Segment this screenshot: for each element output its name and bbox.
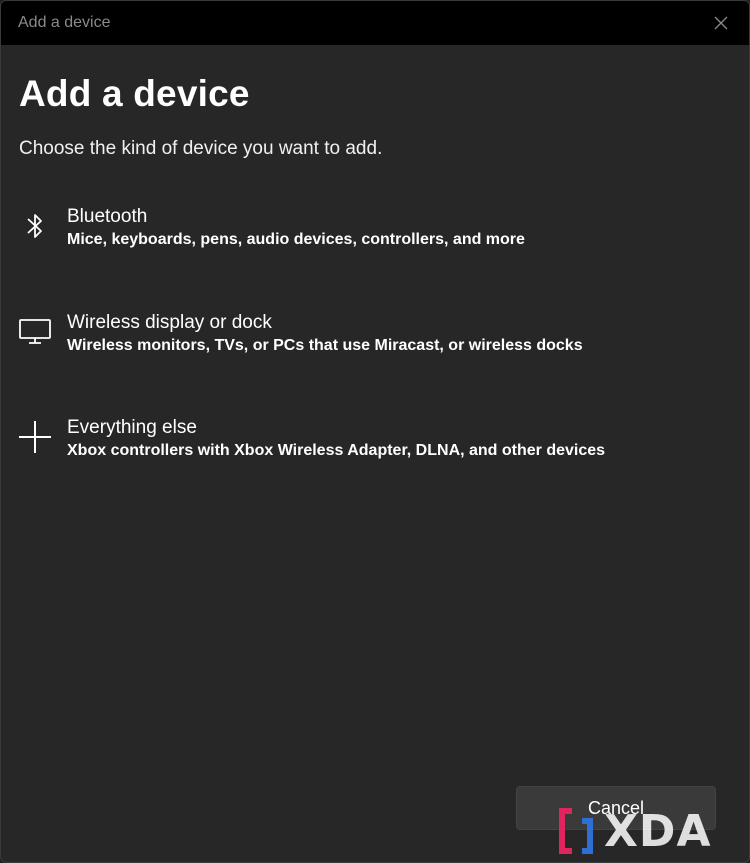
page-title: Add a device bbox=[19, 73, 250, 114]
add-device-dialog: Add a device Add a device Choose the kin… bbox=[0, 0, 750, 863]
option-bluetooth[interactable]: Bluetooth Mice, keyboards, pens, audio d… bbox=[1, 206, 749, 296]
option-wireless-display[interactable]: Wireless display or dock Wireless monito… bbox=[1, 312, 749, 402]
close-icon bbox=[714, 16, 728, 30]
option-label: Bluetooth bbox=[67, 206, 148, 227]
watermark-text: XDA bbox=[604, 805, 712, 857]
option-everything-else[interactable]: Everything else Xbox controllers with Xb… bbox=[1, 417, 749, 507]
bluetooth-icon bbox=[17, 208, 53, 244]
close-button[interactable] bbox=[707, 9, 735, 37]
plus-icon bbox=[17, 419, 53, 455]
option-description: Wireless monitors, TVs, or PCs that use … bbox=[67, 337, 583, 354]
option-description: Xbox controllers with Xbox Wireless Adap… bbox=[67, 442, 606, 459]
option-label: Everything else bbox=[67, 417, 197, 438]
option-label: Wireless display or dock bbox=[67, 312, 272, 333]
xda-logo-icon bbox=[559, 808, 593, 854]
title-bar: Add a device bbox=[1, 1, 749, 45]
xda-watermark: XDA bbox=[558, 805, 744, 857]
page-subtitle: Choose the kind of device you want to ad… bbox=[19, 138, 383, 159]
window-title: Add a device bbox=[18, 14, 111, 31]
option-description: Mice, keyboards, pens, audio devices, co… bbox=[67, 231, 525, 248]
monitor-icon bbox=[17, 313, 53, 349]
